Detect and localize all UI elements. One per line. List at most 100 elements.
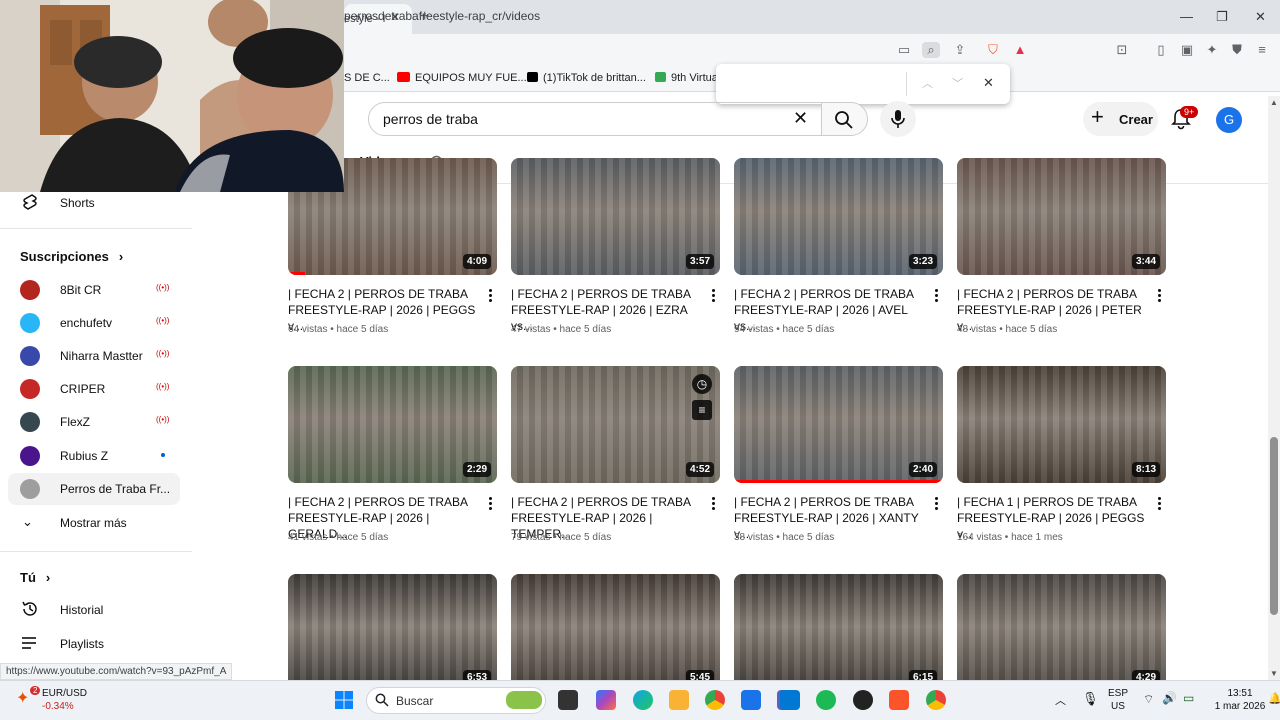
sidebar-subscription-item[interactable]: 8Bit CR ((•)): [8, 274, 180, 306]
more-actions-icon[interactable]: [489, 497, 493, 511]
brave-shield-icon[interactable]: ⛉: [984, 42, 1002, 58]
search-input[interactable]: perros de traba: [368, 102, 822, 136]
channel-avatar: [20, 346, 40, 366]
bookmark-4[interactable]: 9th Virtua: [655, 72, 718, 84]
find-prev-icon[interactable]: ︿: [922, 75, 933, 91]
ticker-widget[interactable]: EUR/USD -0.34%: [42, 687, 87, 713]
more-actions-icon[interactable]: [712, 289, 716, 303]
account-avatar[interactable]: G: [1216, 107, 1242, 133]
outlook-icon[interactable]: [780, 690, 800, 710]
taskbar-clock[interactable]: 13:51 1 mar 2026: [1210, 687, 1270, 713]
minimize-icon[interactable]: —: [1180, 9, 1193, 24]
weather-widget-icon[interactable]: ✦: [16, 688, 29, 708]
more-actions-icon[interactable]: [935, 497, 939, 511]
more-actions-icon[interactable]: [935, 289, 939, 303]
scroll-down-icon[interactable]: ▼: [1270, 669, 1278, 678]
video-thumbnail[interactable]: 2:40: [734, 366, 943, 483]
more-actions-icon[interactable]: [1158, 497, 1162, 511]
task-view-icon[interactable]: [558, 690, 578, 710]
video-thumbnail[interactable]: 6:15: [734, 574, 943, 691]
github-desktop-icon[interactable]: [853, 690, 873, 710]
more-actions-icon[interactable]: [489, 289, 493, 303]
channel-avatar: [20, 412, 40, 432]
video-thumbnail[interactable]: 3:23: [734, 158, 943, 275]
wallet-icon[interactable]: ▣: [1178, 42, 1196, 58]
search-button[interactable]: [821, 102, 868, 136]
chevron-right-icon: ›: [45, 570, 51, 585]
video-duration: 3:23: [908, 254, 937, 269]
you-heading[interactable]: Tú ›: [20, 570, 50, 585]
video-duration: 8:13: [1131, 462, 1160, 477]
microphone-icon: [891, 110, 905, 128]
sidebar-subscription-item[interactable]: Rubius Z: [8, 440, 180, 472]
subscriptions-heading[interactable]: Suscripciones ›: [20, 249, 123, 264]
sidebar-subscription-item[interactable]: Niharra Mastter ((•)): [8, 340, 180, 372]
watch-later-icon[interactable]: ◷: [692, 374, 712, 394]
find-input[interactable]: [724, 73, 904, 95]
sidebar-subscription-item[interactable]: FlexZ ((•)): [8, 406, 180, 438]
wifi-icon[interactable]: ⌔: [1143, 692, 1154, 707]
bookmark-2[interactable]: EQUIPOS MUY FUE...: [397, 72, 527, 84]
channel-avatar: [20, 280, 40, 300]
scroll-up-icon[interactable]: ▲: [1270, 98, 1278, 107]
battery-icon[interactable]: ▭: [1183, 691, 1194, 705]
screenshot-icon[interactable]: ⊡: [1113, 42, 1131, 58]
url-field[interactable]: perrosdetrabafreestyle-rap_cr/videos: [344, 9, 540, 23]
video-metadata: 41 vistas • hace 5 días: [288, 532, 389, 543]
video-thumbnail[interactable]: 3:44: [957, 158, 1166, 275]
chevron-down-icon: ⌄: [22, 514, 33, 529]
chrome-icon[interactable]: [705, 690, 725, 710]
leo-ai-icon[interactable]: ✦: [1203, 42, 1221, 58]
language-indicator[interactable]: ESP US: [1108, 687, 1128, 713]
rewards-icon[interactable]: ▲: [1011, 42, 1029, 58]
vpn-icon[interactable]: ⛊: [1228, 42, 1246, 58]
microphone-tray-icon[interactable]: 🎙: [1082, 691, 1099, 707]
sidebar-subscription-item[interactable]: enchufetv ((•)): [8, 307, 180, 339]
more-actions-icon[interactable]: [712, 497, 716, 511]
store-icon[interactable]: [741, 690, 761, 710]
volume-icon[interactable]: 🔊: [1162, 691, 1177, 705]
close-window-icon[interactable]: ✕: [1255, 9, 1266, 25]
taskbar-search-icon: [375, 693, 389, 707]
video-thumbnail[interactable]: 4:29: [957, 574, 1166, 691]
scrollbar-thumb[interactable]: [1270, 437, 1278, 615]
sidebar-subscription-item[interactable]: Perros de Traba Fr...: [8, 473, 180, 505]
video-thumbnail[interactable]: 6:53: [288, 574, 497, 691]
find-next-icon[interactable]: ﹀: [952, 75, 963, 91]
video-thumbnail[interactable]: 8:13: [957, 366, 1166, 483]
sidebar-item-playlists[interactable]: Playlists: [8, 628, 180, 660]
file-explorer-icon[interactable]: [669, 690, 689, 710]
find-icon[interactable]: ⌕: [922, 42, 940, 58]
voice-search-button[interactable]: [880, 101, 916, 137]
sidebar-subscription-item[interactable]: CRIPER ((•)): [8, 373, 180, 405]
show-more-button[interactable]: ⌄ Mostrar más: [8, 507, 180, 539]
more-actions-icon[interactable]: [1158, 289, 1162, 303]
spotify-icon[interactable]: [816, 690, 836, 710]
bookmark-3[interactable]: (1)TikTok de brittan...: [527, 72, 646, 84]
menu-icon[interactable]: ≡: [1253, 42, 1271, 58]
bookmark-1[interactable]: S DE C...: [344, 72, 390, 84]
share-icon[interactable]: ⇪: [951, 42, 969, 58]
video-thumbnail[interactable]: 5:45: [511, 574, 720, 691]
sidebar-toggle-icon[interactable]: ▯: [1152, 42, 1170, 58]
maximize-icon[interactable]: ❐: [1216, 9, 1228, 25]
brave-icon[interactable]: [889, 690, 909, 710]
video-thumbnail[interactable]: 4:52 ◷ ≡: [511, 366, 720, 483]
edge-icon[interactable]: [633, 690, 653, 710]
add-to-queue-icon[interactable]: ≡: [692, 400, 712, 420]
copilot-icon[interactable]: [596, 690, 616, 710]
tray-overflow-icon[interactable]: ︿: [1055, 692, 1066, 708]
cast-icon[interactable]: ▭: [895, 42, 913, 58]
chrome-profile-icon[interactable]: [926, 690, 946, 710]
notification-center-icon[interactable]: 🔔: [1268, 692, 1280, 705]
video-thumbnail[interactable]: 3:57: [511, 158, 720, 275]
clear-search-icon[interactable]: ✕: [793, 108, 808, 129]
sidebar-item-history[interactable]: Historial: [8, 594, 180, 626]
find-close-icon[interactable]: ✕: [983, 75, 994, 91]
shorts-icon: [23, 194, 37, 210]
live-indicator-icon: ((•)): [156, 316, 170, 325]
watch-progress-bar: [734, 480, 943, 483]
webcam-overlay: [0, 0, 344, 192]
windows-start-icon[interactable]: [334, 690, 354, 710]
video-thumbnail[interactable]: 2:29: [288, 366, 497, 483]
